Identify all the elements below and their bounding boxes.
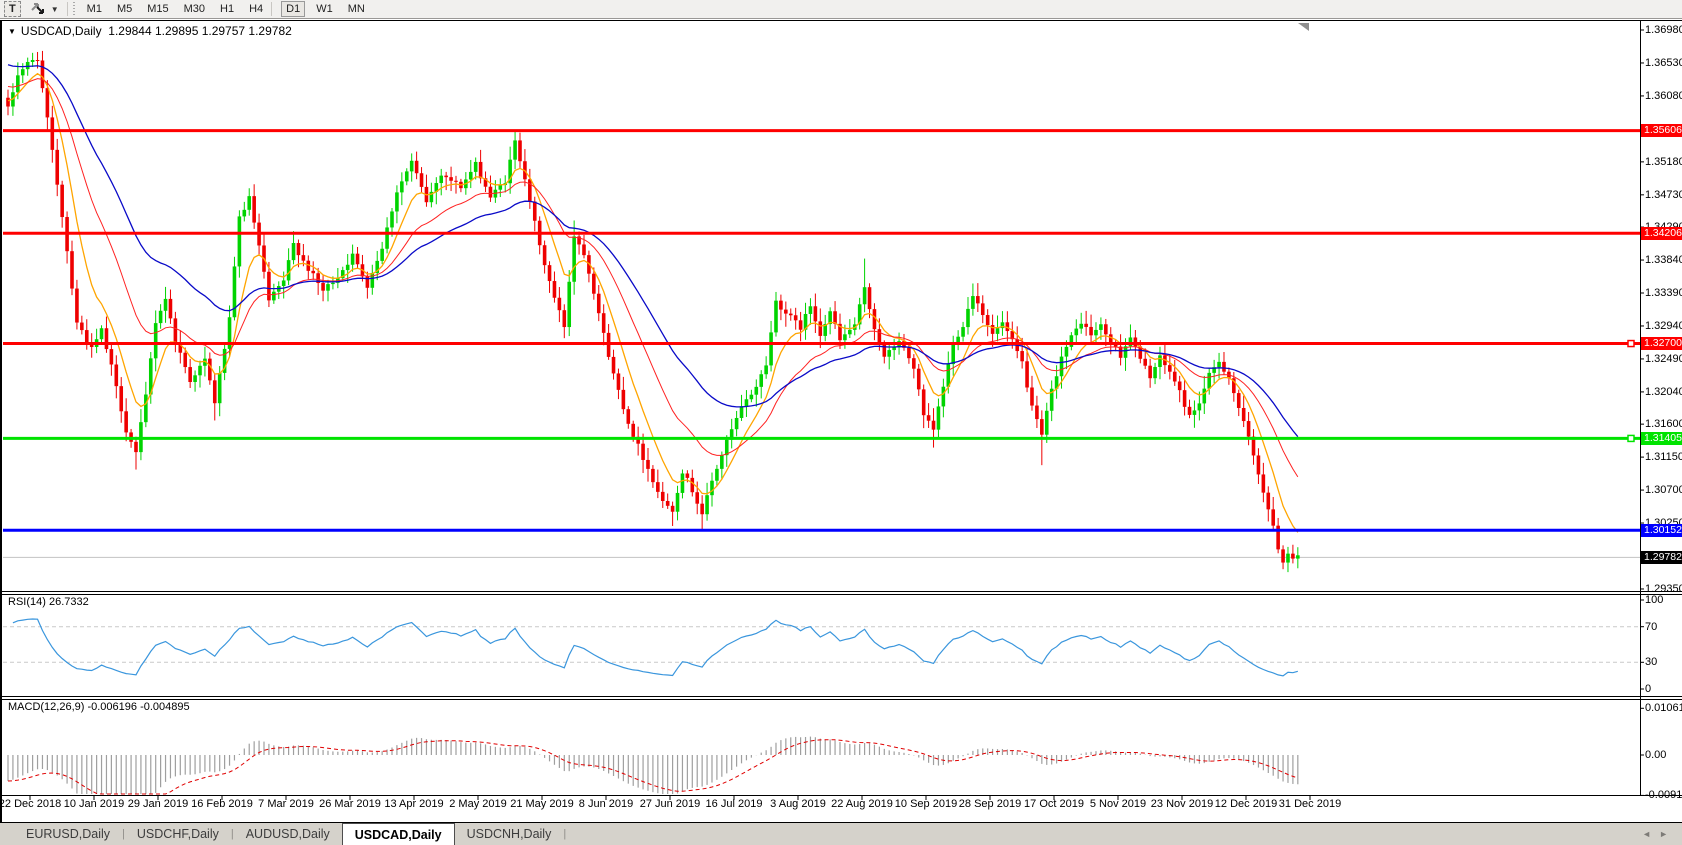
date-axis-label: 29 Jan 2019: [128, 798, 189, 810]
date-axis-label: 13 Apr 2019: [384, 798, 443, 810]
chart-canvas[interactable]: [0, 0, 1682, 845]
chart-symbol-period: USDCAD,Daily: [21, 24, 102, 38]
hline-price-chip: 1.32700: [1641, 337, 1682, 350]
date-axis-label: 31 Dec 2019: [1279, 798, 1341, 810]
price-axis-tick-label: 1.33840: [1645, 254, 1682, 266]
chart-tab-usdcad[interactable]: USDCAD,Daily: [342, 823, 455, 845]
date-axis-label: 23 Nov 2019: [1151, 798, 1213, 810]
rsi-label: RSI(14) 26.7332: [8, 596, 89, 608]
date-axis-label: 16 Feb 2019: [191, 798, 253, 810]
price-axis-tick-label: 1.36080: [1645, 90, 1682, 102]
price-axis-tick-label: 1.36980: [1645, 24, 1682, 36]
price-axis-tick-label: 1.30700: [1645, 484, 1682, 496]
price-axis-tick-label: 1.32040: [1645, 386, 1682, 398]
chart-tab-eurusd[interactable]: EURUSD,Daily: [14, 823, 122, 845]
date-axis-label: 3 Aug 2019: [770, 798, 826, 810]
macd-label: MACD(12,26,9) -0.006196 -0.004895: [8, 701, 190, 713]
price-axis-tick-label: 1.32490: [1645, 353, 1682, 365]
date-axis-label: 21 May 2019: [510, 798, 574, 810]
date-axis-label: 5 Nov 2019: [1090, 798, 1146, 810]
macd-axis-tick-label: 0.00: [1645, 749, 1666, 761]
chart-tab-usdcnh[interactable]: USDCNH,Daily: [455, 823, 564, 845]
price-axis-tick-label: 1.31600: [1645, 418, 1682, 430]
date-axis-label: 12 Dec 2019: [1215, 798, 1277, 810]
chart-title: ▼ USDCAD,Daily 1.29844 1.29895 1.29757 1.…: [8, 24, 292, 38]
price-axis-tick-label: 1.34730: [1645, 189, 1682, 201]
price-axis-tick-label: 1.35180: [1645, 156, 1682, 168]
macd-axis-tick-label: -0.009183: [1645, 789, 1682, 801]
rsi-axis-tick-label: 70: [1645, 621, 1657, 633]
chart-tab-audusd[interactable]: AUDUSD,Daily: [234, 823, 342, 845]
date-axis-label: 17 Oct 2019: [1024, 798, 1084, 810]
date-axis-label: 8 Jun 2019: [579, 798, 633, 810]
rsi-axis-tick-label: 30: [1645, 656, 1657, 668]
chart-tab-bar: EURUSD,Daily|USDCHF,Daily|AUDUSD,DailyUS…: [0, 823, 1682, 845]
tab-scroll-buttons: ◄►: [1642, 829, 1676, 839]
hline-price-chip: 1.30152: [1641, 524, 1682, 537]
price-axis-tick-label: 1.36530: [1645, 57, 1682, 69]
date-axis-label: 22 Aug 2019: [831, 798, 893, 810]
price-axis-tick-label: 1.31150: [1645, 451, 1682, 463]
mt4-terminal: { "toolbar": { "text_tool_label": "T", "…: [0, 0, 1682, 845]
chart-menu-triangle-icon[interactable]: ▼: [8, 27, 16, 36]
tab-scroll-left[interactable]: ◄: [1642, 829, 1659, 839]
date-axis-label: 16 Jul 2019: [706, 798, 763, 810]
date-axis-label: 10 Sep 2019: [895, 798, 957, 810]
date-axis-label: 26 Mar 2019: [319, 798, 381, 810]
tab-separator: |: [563, 823, 566, 845]
hline-price-chip: 1.31405: [1641, 432, 1682, 445]
date-axis-label: 27 Jun 2019: [640, 798, 701, 810]
macd-axis-tick-label: 0.010615: [1645, 702, 1682, 714]
date-axis-label: 28 Sep 2019: [959, 798, 1021, 810]
price-axis-tick-label: 1.32940: [1645, 320, 1682, 332]
chart-tab-usdchf[interactable]: USDCHF,Daily: [125, 823, 231, 845]
rsi-axis-tick-label: 100: [1645, 594, 1663, 606]
date-axis-label: 7 Mar 2019: [258, 798, 314, 810]
price-axis-tick-label: 1.33390: [1645, 287, 1682, 299]
tab-scroll-right[interactable]: ►: [1659, 829, 1676, 839]
current-price-chip: 1.29782: [1641, 551, 1682, 564]
hline-price-chip: 1.35606: [1641, 124, 1682, 137]
rsi-axis-tick-label: 0: [1645, 683, 1651, 695]
chart-ohlc-values: 1.29844 1.29895 1.29757 1.29782: [108, 24, 292, 38]
date-axis-label: 10 Jan 2019: [64, 798, 125, 810]
date-axis-label: 22 Dec 2018: [0, 798, 61, 810]
hline-price-chip: 1.34206: [1641, 227, 1682, 240]
date-axis-label: 2 May 2019: [449, 798, 506, 810]
